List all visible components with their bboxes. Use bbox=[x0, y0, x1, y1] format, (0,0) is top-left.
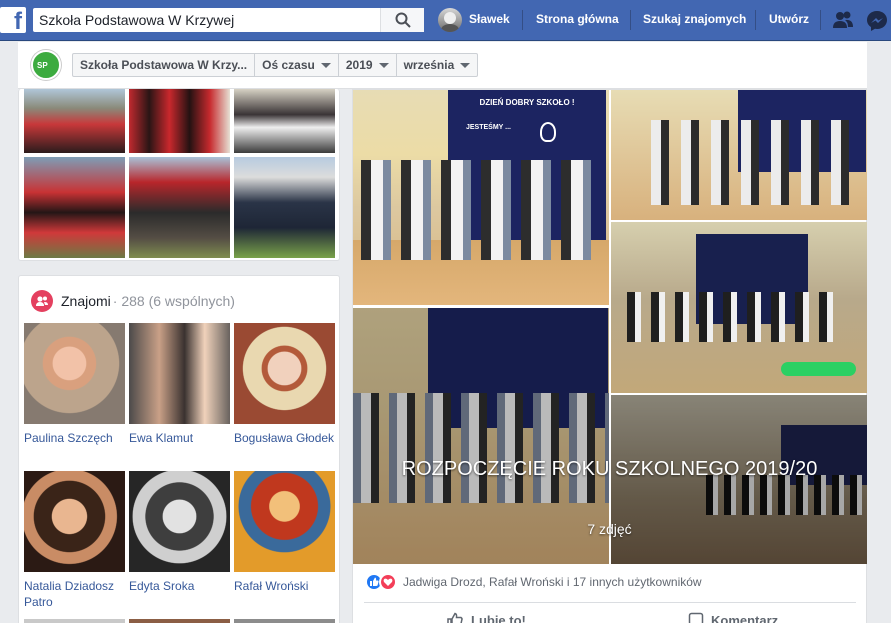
crumb-year[interactable]: 2019 bbox=[339, 54, 397, 76]
search-icon bbox=[395, 12, 411, 28]
nav-divider bbox=[630, 10, 631, 30]
crumb-timeline[interactable]: Oś czasu bbox=[255, 54, 339, 76]
friend-name-link[interactable]: Rafał Wroński bbox=[234, 578, 339, 594]
friend-photo[interactable] bbox=[129, 471, 230, 572]
comment-icon bbox=[688, 612, 704, 623]
friend-name-link[interactable]: Ewa Klamut bbox=[129, 430, 234, 446]
top-navigation-bar: f Sławek Strona główna Szukaj znajomych … bbox=[0, 0, 891, 41]
friend-name-link[interactable]: Bogusława Głodek bbox=[234, 430, 339, 446]
nav-divider bbox=[522, 10, 523, 30]
profile-link[interactable]: Sławek bbox=[469, 12, 510, 26]
home-link[interactable]: Strona główna bbox=[536, 12, 619, 26]
find-friends-link[interactable]: Szukaj znajomych bbox=[643, 12, 746, 26]
friends-header: Znajomi · 288 (6 wspólnych) bbox=[31, 290, 235, 312]
chevron-down-icon bbox=[460, 62, 471, 68]
friend-photo[interactable] bbox=[234, 471, 335, 572]
friend-photo[interactable] bbox=[234, 323, 335, 424]
chevron-down-icon bbox=[378, 62, 389, 68]
reactions-names[interactable]: Jadwiga Drozd, Rafał Wroński i 17 innych… bbox=[403, 575, 702, 589]
nav-divider bbox=[755, 10, 756, 30]
nav-divider bbox=[820, 10, 821, 30]
photo-thumbnail[interactable] bbox=[234, 89, 335, 153]
friends-title[interactable]: Znajomi bbox=[61, 293, 111, 309]
like-button[interactable]: Lubię to! bbox=[446, 612, 526, 623]
timeline-breadcrumb: Szkoła Podstawowa W Krzy... Oś czasu 201… bbox=[72, 53, 479, 77]
friend-photo[interactable] bbox=[24, 619, 125, 623]
photos-card bbox=[18, 89, 340, 261]
friend-name-link[interactable]: Edyta Sroka bbox=[129, 578, 234, 594]
page-profile-picture[interactable]: SP bbox=[31, 50, 61, 80]
photo-thumbnail[interactable] bbox=[24, 157, 125, 258]
friend-name-link[interactable]: Paulina Szczęch bbox=[24, 430, 129, 446]
page-timeline-header: SP Szkoła Podstawowa W Krzy... Oś czasu … bbox=[18, 42, 867, 89]
friends-icon bbox=[31, 290, 53, 312]
search-input[interactable] bbox=[33, 8, 373, 32]
friend-photo[interactable] bbox=[234, 619, 335, 623]
friend-photo[interactable] bbox=[129, 323, 230, 424]
friend-photo[interactable] bbox=[24, 471, 125, 572]
photo-thumbnail[interactable] bbox=[129, 89, 230, 153]
love-reaction-icon bbox=[379, 573, 397, 591]
search-button[interactable] bbox=[380, 8, 424, 32]
create-link[interactable]: Utwórz bbox=[769, 12, 809, 26]
user-avatar[interactable] bbox=[438, 8, 462, 32]
crumb-month[interactable]: września bbox=[397, 54, 478, 76]
action-divider bbox=[364, 602, 856, 603]
friend-name-link[interactable]: Natalia Dziadosz Patro bbox=[24, 578, 129, 610]
album-photo[interactable]: DZIEŃ DOBRY SZKOŁO ! JESTEŚMY ... bbox=[353, 90, 609, 305]
friend-photo[interactable] bbox=[129, 619, 230, 623]
reactions-summary[interactable]: Jadwiga Drozd, Rafał Wroński i 17 innych… bbox=[365, 573, 702, 591]
messenger-icon[interactable] bbox=[866, 10, 888, 32]
search-box bbox=[33, 8, 424, 32]
owl-icon bbox=[540, 122, 556, 142]
friends-icon[interactable] bbox=[832, 10, 854, 30]
photo-thumbnail[interactable] bbox=[129, 157, 230, 258]
thumbs-up-icon bbox=[447, 612, 463, 623]
friends-count: · 288 (6 wspólnych) bbox=[112, 293, 235, 309]
comment-button[interactable]: Komentarz bbox=[688, 612, 778, 623]
friends-card: Znajomi · 288 (6 wspólnych) Paulina Szcz… bbox=[18, 275, 340, 623]
album-title[interactable]: ROZPOCZĘCIE ROKU SZKOLNEGO 2019/20 bbox=[352, 455, 867, 483]
album-photo-count: 7 zdjęć bbox=[587, 521, 632, 537]
album-photo[interactable] bbox=[611, 222, 867, 393]
facebook-logo-icon[interactable]: f bbox=[0, 7, 26, 35]
photo-thumbnail[interactable] bbox=[24, 89, 125, 153]
photo-thumbnail[interactable] bbox=[234, 157, 335, 258]
chevron-down-icon bbox=[320, 62, 331, 68]
crumb-page-name[interactable]: Szkoła Podstawowa W Krzy... bbox=[73, 54, 256, 76]
friend-photo[interactable] bbox=[24, 323, 125, 424]
album-photo[interactable] bbox=[611, 90, 867, 220]
